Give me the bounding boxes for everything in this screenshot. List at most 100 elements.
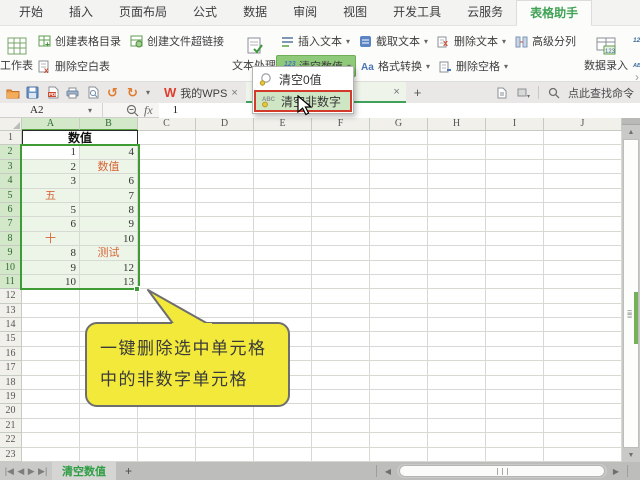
cell-A21[interactable]: [22, 418, 80, 434]
cell-G18[interactable]: [370, 375, 428, 391]
cell-D10[interactable]: [196, 260, 254, 275]
column-header-F[interactable]: F: [312, 118, 370, 131]
scroll-down-button[interactable]: ▼: [622, 448, 640, 462]
cell-A13[interactable]: [22, 303, 80, 319]
format-convert-button[interactable]: Aa 格式转换 ▾: [356, 55, 434, 77]
cell-H15[interactable]: [428, 332, 486, 347]
first-sheet-button[interactable]: |◀: [5, 466, 14, 477]
cell-C22[interactable]: [138, 433, 196, 448]
find-command-text[interactable]: 点此查找命令: [568, 85, 634, 101]
cell-F12[interactable]: [312, 289, 370, 304]
cell-F1[interactable]: [312, 131, 370, 146]
cell-E1[interactable]: [254, 131, 312, 146]
cell-J11[interactable]: [544, 274, 622, 290]
column-header-D[interactable]: D: [196, 118, 254, 131]
cell-C4[interactable]: [138, 174, 196, 189]
cell-F20[interactable]: [312, 404, 370, 419]
cell-I1[interactable]: [486, 131, 544, 146]
cell-E4[interactable]: [254, 174, 312, 189]
row-header-4[interactable]: 4: [0, 174, 22, 189]
tab-data[interactable]: 数据: [230, 0, 280, 25]
cell-I16[interactable]: [486, 346, 544, 362]
doc-info-icon[interactable]: [494, 85, 509, 100]
next-sheet-button[interactable]: ▶: [28, 466, 35, 477]
row-header-13[interactable]: 13: [0, 303, 22, 319]
cell-G4[interactable]: [370, 174, 428, 189]
cell-I17[interactable]: [486, 361, 544, 376]
advanced-split-button[interactable]: 高级分列: [510, 30, 580, 52]
cell-H9[interactable]: [428, 246, 486, 261]
scroll-thumb-grip[interactable]: ≡ ≡: [627, 308, 636, 321]
scrollbar-splitter[interactable]: [622, 118, 640, 125]
row-header-3[interactable]: 3: [0, 159, 22, 175]
cell-J20[interactable]: [544, 404, 622, 419]
cell-J14[interactable]: [544, 318, 622, 333]
cell-C10[interactable]: [138, 260, 196, 275]
seq-123-button[interactable]: 123 录入123序列: [628, 30, 640, 52]
menu-item-clear-zero[interactable]: 清空0值: [254, 68, 352, 90]
horizontal-scroll-track[interactable]: [397, 464, 607, 478]
cell-H18[interactable]: [428, 375, 486, 391]
tab-table-helper[interactable]: 表格助手: [516, 0, 593, 26]
tab-review[interactable]: 审阅: [280, 0, 330, 25]
cell-D4[interactable]: [196, 174, 254, 189]
cell-G11[interactable]: [370, 274, 428, 290]
cell-F5[interactable]: [312, 188, 370, 203]
cell-F7[interactable]: [312, 217, 370, 232]
sheet-tab-active[interactable]: 清空数值: [52, 462, 116, 480]
hscroll-right-button[interactable]: ▶: [609, 467, 623, 476]
cell-J23[interactable]: [544, 447, 622, 462]
cell-G22[interactable]: [370, 433, 428, 448]
cell-B6[interactable]: 8: [80, 202, 138, 218]
cell-B12[interactable]: [80, 289, 138, 304]
cell-C3[interactable]: [138, 159, 196, 175]
cell-I8[interactable]: [486, 231, 544, 247]
cell-G20[interactable]: [370, 404, 428, 419]
cell-G7[interactable]: [370, 217, 428, 232]
cell-J7[interactable]: [544, 217, 622, 232]
cell-H10[interactable]: [428, 260, 486, 275]
cell-F4[interactable]: [312, 174, 370, 189]
cell-H12[interactable]: [428, 289, 486, 304]
cell-E21[interactable]: [254, 418, 312, 434]
cell-J1[interactable]: [544, 131, 622, 146]
print-preview-icon[interactable]: [85, 85, 100, 100]
cell-E6[interactable]: [254, 202, 312, 218]
cell-H17[interactable]: [428, 361, 486, 376]
cell-G15[interactable]: [370, 332, 428, 347]
cell-I22[interactable]: [486, 433, 544, 448]
cell-C8[interactable]: [138, 231, 196, 247]
cell-E12[interactable]: [254, 289, 312, 304]
layout-switch-icon[interactable]: [516, 85, 531, 100]
cell-H7[interactable]: [428, 217, 486, 232]
merged-title-cell[interactable]: 数值: [22, 130, 138, 146]
cell-G6[interactable]: [370, 202, 428, 218]
cell-I9[interactable]: [486, 246, 544, 261]
worksheet-button[interactable]: 工作表: [0, 26, 33, 81]
cell-I10[interactable]: [486, 260, 544, 275]
delete-blank-sheet-button[interactable]: x 删除空白表: [33, 55, 114, 77]
cell-D1[interactable]: [196, 131, 254, 146]
data-entry-button[interactable]: 123 数据录入: [584, 26, 628, 81]
cell-F23[interactable]: [312, 447, 370, 462]
cell-G8[interactable]: [370, 231, 428, 247]
cell-I4[interactable]: [486, 174, 544, 189]
cell-F3[interactable]: [312, 159, 370, 175]
cell-E11[interactable]: [254, 274, 312, 290]
cell-F22[interactable]: [312, 433, 370, 448]
cell-H8[interactable]: [428, 231, 486, 247]
cell-G14[interactable]: [370, 318, 428, 333]
last-sheet-button[interactable]: ▶|: [38, 466, 47, 477]
zoom-magnifier-icon[interactable]: [125, 103, 140, 118]
cell-G21[interactable]: [370, 418, 428, 434]
column-header-J[interactable]: J: [544, 118, 622, 131]
cell-B23[interactable]: [80, 447, 138, 462]
cell-H4[interactable]: [428, 174, 486, 189]
cell-G16[interactable]: [370, 346, 428, 362]
cell-A4[interactable]: 3: [22, 174, 80, 189]
cell-J5[interactable]: [544, 188, 622, 203]
row-header-17[interactable]: 17: [0, 361, 22, 376]
cell-B2[interactable]: 4: [80, 145, 138, 160]
cell-C9[interactable]: [138, 246, 196, 261]
cell-C6[interactable]: [138, 202, 196, 218]
